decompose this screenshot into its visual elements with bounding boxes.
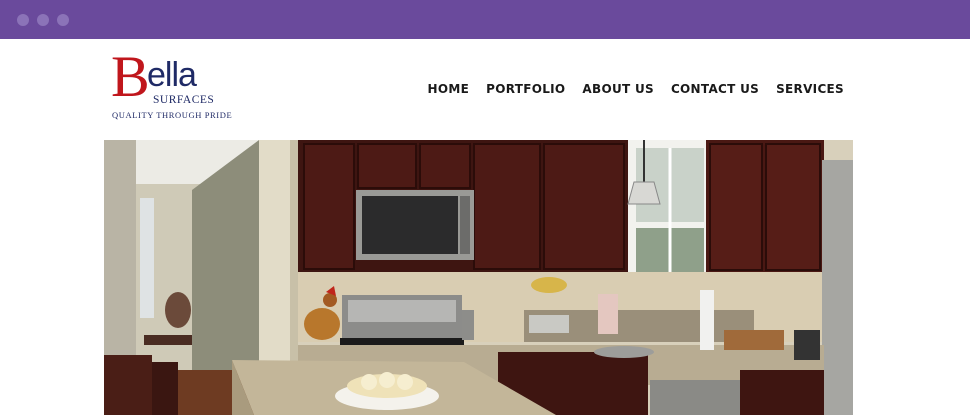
maximize-dot[interactable]: [57, 14, 69, 26]
logo-tagline: QUALITY THROUGH PRIDE: [112, 110, 233, 120]
main-navigation: HOME PORTFOLIO ABOUT US CONTACT US SERVI…: [428, 82, 844, 96]
nav-contact-us[interactable]: CONTACT US: [671, 82, 759, 96]
site-header: B ella SURFACES QUALITY THROUGH PRIDE HO…: [0, 39, 970, 140]
nav-services[interactable]: SERVICES: [776, 82, 844, 96]
nav-home[interactable]: HOME: [428, 82, 470, 96]
logo-subtitle: SURFACES: [153, 94, 215, 106]
logo-initial: B: [111, 44, 150, 109]
kitchen-photo-illustration: [104, 140, 853, 415]
minimize-dot[interactable]: [37, 14, 49, 26]
close-dot[interactable]: [17, 14, 29, 26]
browser-titlebar: [0, 0, 970, 39]
nav-about-us[interactable]: ABOUT US: [582, 82, 654, 96]
logo-wordmark: ella: [147, 56, 197, 94]
site-logo[interactable]: B ella SURFACES QUALITY THROUGH PRIDE: [111, 48, 233, 126]
hero-kitchen-image: [104, 140, 853, 415]
nav-portfolio[interactable]: PORTFOLIO: [486, 82, 565, 96]
